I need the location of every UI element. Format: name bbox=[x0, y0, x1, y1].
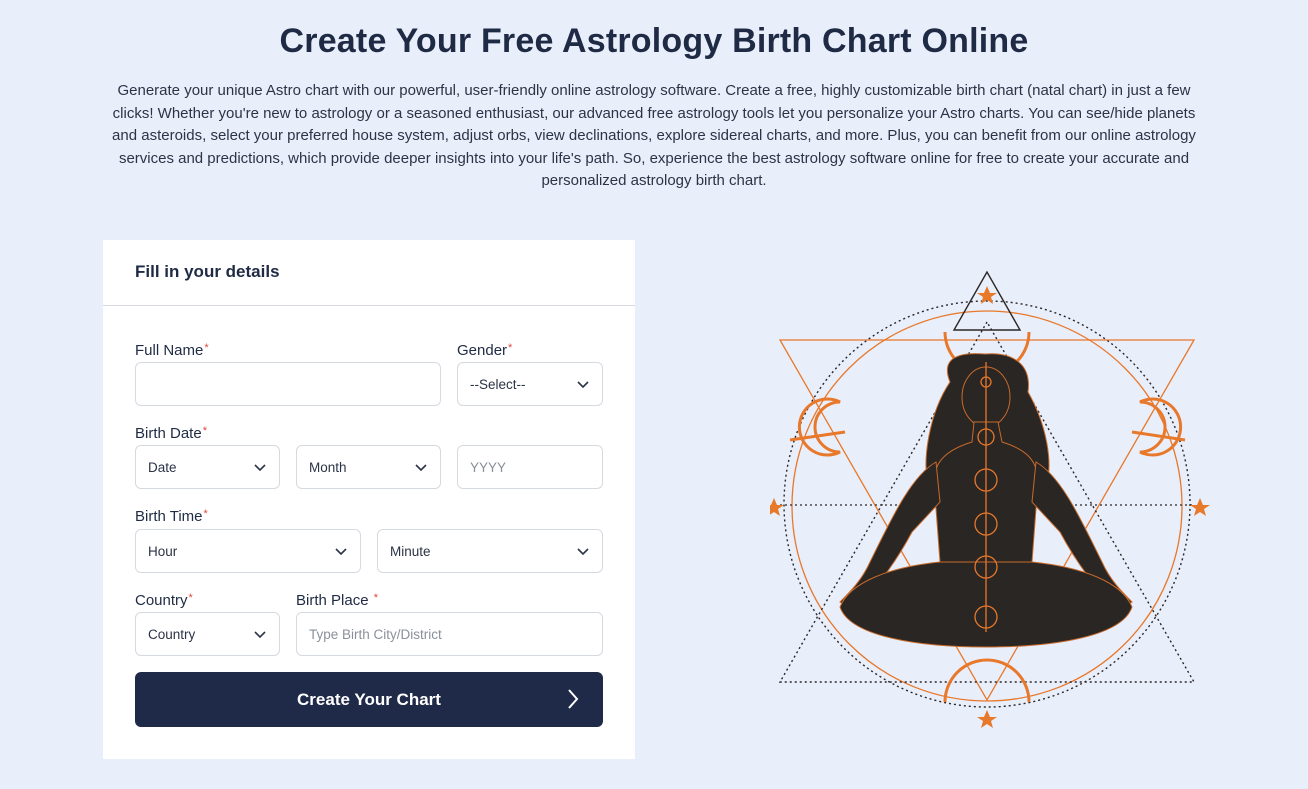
birth-date-day-value: Date bbox=[148, 459, 177, 475]
chevron-down-icon bbox=[253, 460, 267, 474]
intro-paragraph: Generate your unique Astro chart with ou… bbox=[112, 82, 1196, 189]
birth-date-month-value: Month bbox=[309, 459, 347, 475]
birth-hour-select[interactable]: Hour bbox=[135, 529, 361, 573]
required-mark: * bbox=[508, 342, 513, 354]
birth-date-label-text: Birth Date bbox=[135, 425, 202, 442]
birth-minute-value: Minute bbox=[390, 543, 431, 559]
create-chart-button[interactable]: Create Your Chart bbox=[135, 672, 603, 727]
birth-date-day-select[interactable]: Date bbox=[135, 445, 280, 489]
gender-select-value: --Select-- bbox=[470, 376, 526, 392]
required-mark: * bbox=[188, 592, 193, 604]
chevron-down-icon bbox=[576, 544, 590, 558]
form-heading: Fill in your details bbox=[103, 240, 635, 306]
birth-hour-value: Hour bbox=[148, 543, 178, 559]
chevron-right-icon bbox=[565, 687, 581, 716]
birth-place-input[interactable]: Type Birth City/District bbox=[296, 612, 603, 656]
country-select[interactable]: Country bbox=[135, 612, 280, 656]
country-label-text: Country bbox=[135, 592, 188, 609]
required-mark: * bbox=[203, 508, 208, 520]
birth-place-placeholder: Type Birth City/District bbox=[309, 626, 442, 642]
birth-date-month-select[interactable]: Month bbox=[296, 445, 441, 489]
birth-time-label: Birth Time* bbox=[135, 508, 208, 525]
birth-place-label-text: Birth Place bbox=[296, 592, 369, 609]
full-name-label-text: Full Name bbox=[135, 342, 204, 359]
birth-time-label-text: Birth Time bbox=[135, 508, 203, 525]
birth-date-label: Birth Date* bbox=[135, 425, 207, 442]
chevron-down-icon bbox=[576, 377, 590, 391]
birth-year-input[interactable]: YYYY bbox=[457, 445, 603, 489]
required-mark: * bbox=[373, 592, 378, 604]
create-chart-button-label: Create Your Chart bbox=[297, 689, 441, 709]
chevron-down-icon bbox=[414, 460, 428, 474]
birth-minute-select[interactable]: Minute bbox=[377, 529, 603, 573]
gender-select[interactable]: --Select-- bbox=[457, 362, 603, 406]
birth-year-placeholder: YYYY bbox=[470, 459, 507, 475]
chevron-down-icon bbox=[334, 544, 348, 558]
required-mark: * bbox=[204, 342, 209, 354]
birth-place-label: Birth Place * bbox=[296, 592, 378, 609]
meditation-chakra-illustration bbox=[764, 262, 1210, 737]
full-name-label: Full Name* bbox=[135, 342, 209, 359]
country-select-value: Country bbox=[148, 626, 196, 642]
details-form-card: Fill in your details Full Name* Gender* … bbox=[103, 240, 635, 759]
required-mark: * bbox=[202, 425, 207, 437]
country-label: Country* bbox=[135, 592, 193, 609]
gender-label-text: Gender bbox=[457, 342, 508, 359]
full-name-input[interactable] bbox=[135, 362, 441, 406]
gender-label: Gender* bbox=[457, 342, 512, 359]
page-title: Create Your Free Astrology Birth Chart O… bbox=[279, 22, 1029, 60]
chevron-down-icon bbox=[253, 627, 267, 641]
